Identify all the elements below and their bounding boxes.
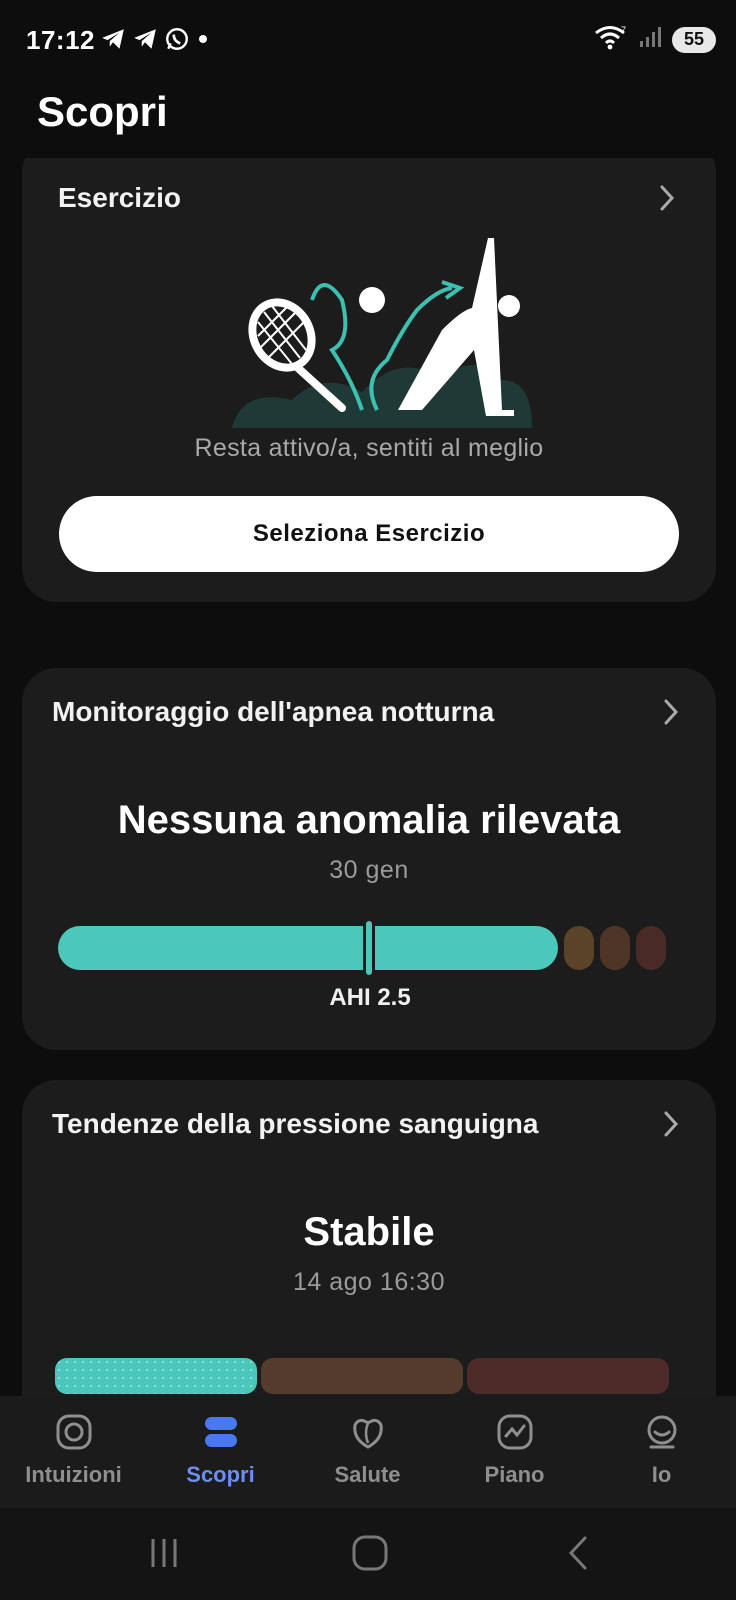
chevron-right-icon[interactable] <box>656 697 686 727</box>
ahi-mild-range <box>564 926 594 970</box>
back-icon[interactable] <box>548 1528 608 1578</box>
ahi-moderate-range <box>600 926 630 970</box>
apnea-card-title: Monitoraggio dell'apnea notturna <box>52 696 495 727</box>
chevron-right-icon[interactable] <box>656 1109 686 1139</box>
health-leaf-icon <box>348 1412 388 1452</box>
nav-tab-salute[interactable]: Salute <box>294 1396 441 1508</box>
blood-pressure-card[interactable]: Tendenze della pressione sanguigna Stabi… <box>22 1080 716 1398</box>
more-notifications-dot-icon <box>196 32 210 51</box>
nav-label: Piano <box>484 1462 545 1487</box>
status-time: 17:12 <box>26 25 95 55</box>
exercise-card-header[interactable]: Esercizio <box>58 178 682 218</box>
system-status-icons: 7 55 <box>594 24 716 55</box>
page-title: Scopri <box>37 88 168 135</box>
bp-card-header[interactable]: Tendenze della pressione sanguigna <box>52 1104 686 1144</box>
notification-icons <box>100 26 210 57</box>
status-bar: 17:12 7 55 <box>0 0 736 80</box>
svg-text:7: 7 <box>621 25 626 35</box>
exercise-illustration <box>202 230 562 430</box>
nav-tab-io[interactable]: Io <box>588 1396 735 1508</box>
bp-status: Stabile <box>303 1210 435 1254</box>
bp-high-segment <box>467 1358 669 1394</box>
nav-label: Io <box>651 1462 672 1487</box>
recent-apps-icon[interactable] <box>135 1528 195 1578</box>
nav-tab-scopri[interactable]: Scopri <box>147 1396 294 1508</box>
telegram-icon <box>132 26 158 57</box>
nav-tab-intuizioni[interactable]: Intuizioni <box>0 1396 147 1508</box>
nav-tab-piano[interactable]: Piano <box>441 1396 588 1508</box>
nav-label: Intuizioni <box>25 1462 122 1487</box>
signal-icon <box>638 25 662 54</box>
whatsapp-icon <box>164 26 190 57</box>
exercise-card-title: Esercizio <box>58 182 181 213</box>
battery-indicator: 55 <box>672 26 716 53</box>
apnea-status: Nessuna anomalia rilevata <box>117 798 621 842</box>
plan-chart-icon <box>495 1412 535 1452</box>
ahi-severe-range <box>636 926 666 970</box>
system-navigation-bar <box>0 1508 736 1600</box>
sleep-apnea-card[interactable]: Monitoraggio dell'apnea notturna Nessuna… <box>22 668 716 1050</box>
wifi-icon: 7 <box>594 24 628 55</box>
bottom-navigation: Intuizioni Scopri Salute Piano Io <box>0 1396 736 1508</box>
ahi-value-marker <box>363 918 375 978</box>
bp-middle-segment <box>261 1358 463 1394</box>
telegram-icon <box>100 26 126 57</box>
apnea-card-header[interactable]: Monitoraggio dell'apnea notturna <box>52 692 686 732</box>
circle-ring-icon <box>54 1412 94 1452</box>
bp-card-title: Tendenze della pressione sanguigna <box>52 1108 539 1139</box>
bp-date: 14 ago 16:30 <box>293 1268 445 1296</box>
discover-feed[interactable]: Esercizio Resta attivo/a, sentiti al meg… <box>0 158 736 1398</box>
ahi-normal-range-bar <box>58 926 558 970</box>
profile-face-icon <box>642 1412 682 1452</box>
ahi-value-label: AHI 2.5 <box>329 984 411 1011</box>
select-exercise-button[interactable]: Seleziona Esercizio <box>59 496 679 572</box>
exercise-subtitle: Resta attivo/a, sentiti al meglio <box>194 434 544 462</box>
chevron-right-icon[interactable] <box>652 183 682 213</box>
nav-label: Scopri <box>186 1462 255 1487</box>
exercise-card[interactable]: Esercizio Resta attivo/a, sentiti al meg… <box>22 158 716 602</box>
nav-label: Salute <box>334 1462 401 1487</box>
bp-stable-segment <box>55 1358 257 1394</box>
apnea-date: 30 gen <box>329 856 409 884</box>
home-icon[interactable] <box>340 1528 400 1578</box>
discover-pills-icon <box>201 1412 241 1452</box>
